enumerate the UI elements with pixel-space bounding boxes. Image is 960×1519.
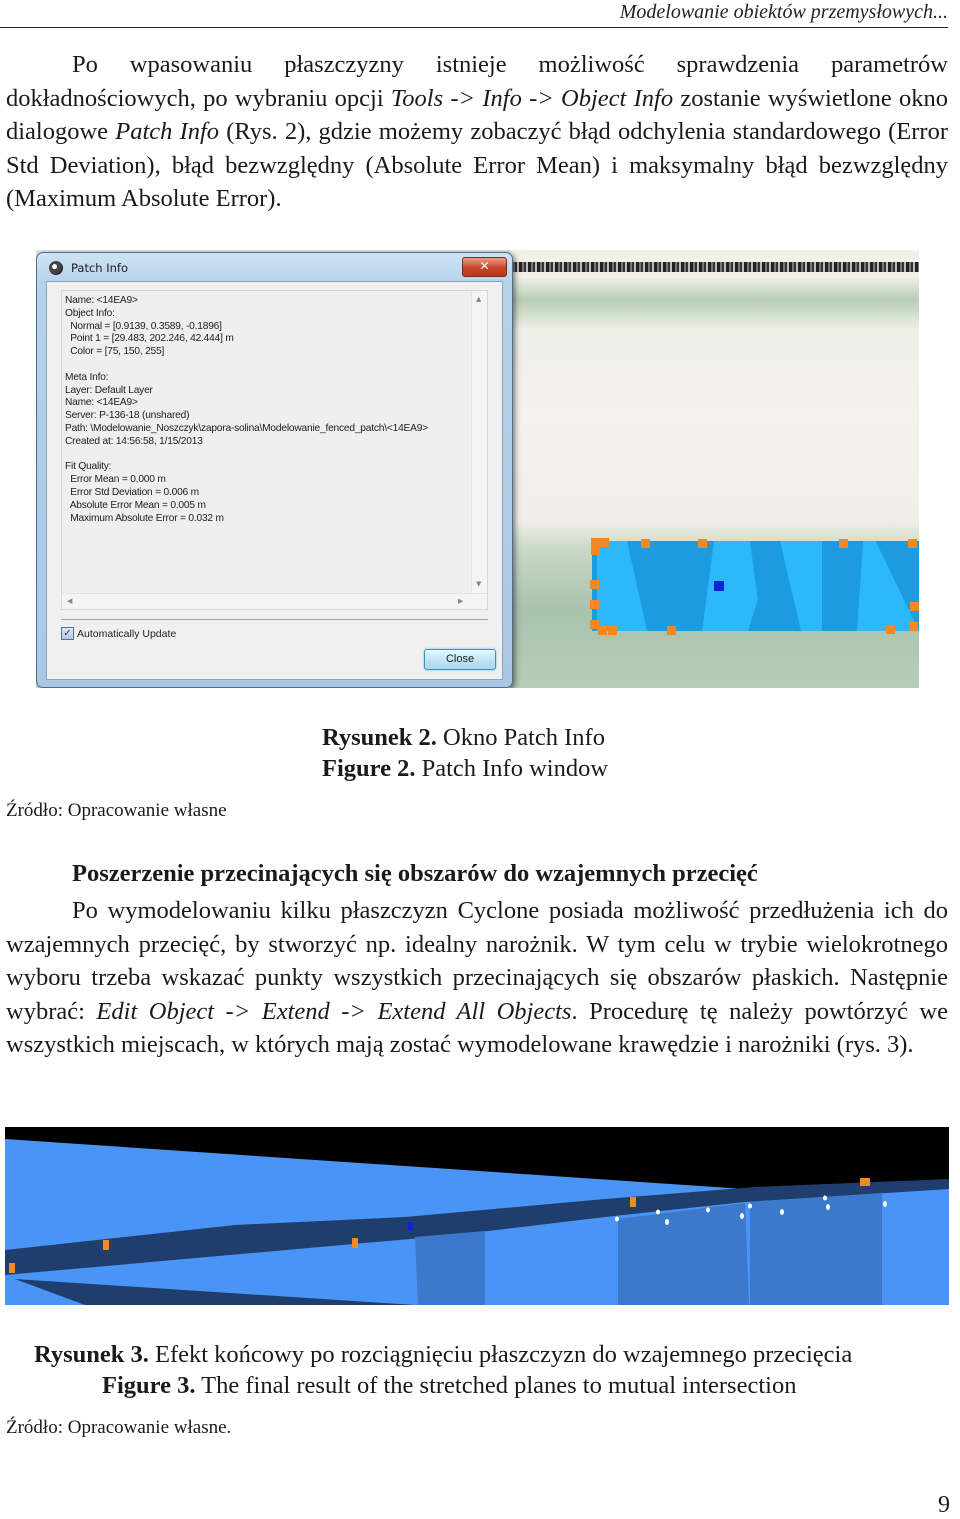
scroll-up-icon[interactable]: ▲	[476, 295, 481, 303]
paragraph-intro: Po wpasowaniu płaszczyzny istnieje możli…	[6, 51, 948, 213]
patch-handle[interactable]	[641, 539, 650, 548]
patch-handle[interactable]	[908, 539, 917, 548]
scroll-right-icon[interactable]: ▶	[458, 597, 463, 605]
patch-info-dialog: Patch Info ✕ Name: <14EA9> Object Info: …	[36, 252, 513, 688]
patch-handle[interactable]	[590, 580, 599, 589]
fitted-patch	[592, 541, 919, 631]
horizontal-scrollbar[interactable]: ◀ ▶	[62, 593, 487, 609]
patch-handle[interactable]	[608, 626, 617, 635]
window-close-button[interactable]: ✕	[462, 257, 507, 277]
dialog-title: Patch Info	[71, 261, 129, 275]
info-textbox[interactable]: Name: <14EA9> Object Info: Normal = [0.9…	[61, 290, 488, 610]
running-header: Modelowanie obiektów przemysłowych...	[0, 0, 948, 28]
app-icon	[49, 261, 63, 275]
figure-3-render	[5, 1127, 949, 1305]
vertex-marker	[103, 1240, 109, 1250]
vertex-marker	[9, 1263, 15, 1273]
vertex-marker	[630, 1197, 636, 1207]
point-cloud-view	[510, 250, 919, 688]
patch-handle[interactable]	[591, 546, 600, 555]
patch-handle[interactable]	[698, 539, 707, 548]
figure-2-screenshot: Patch Info ✕ Name: <14EA9> Object Info: …	[36, 250, 919, 688]
patch-handle[interactable]	[886, 625, 895, 634]
info-text: Name: <14EA9> Object Info: Normal = [0.9…	[65, 295, 428, 524]
auto-update-label[interactable]: Automatically Update	[77, 628, 176, 640]
vertical-scrollbar[interactable]: ▲ ▼	[471, 291, 487, 593]
scroll-left-icon[interactable]: ◀	[67, 597, 72, 605]
patch-handle[interactable]	[590, 600, 599, 609]
center-marker	[408, 1222, 413, 1230]
figure-2-source: Źródło: Opracowanie własne	[6, 800, 227, 821]
close-button[interactable]: Close	[424, 649, 496, 670]
patch-handle[interactable]	[909, 622, 918, 631]
patch-handle[interactable]	[839, 539, 848, 548]
figure-3-source: Źródło: Opracowanie własne.	[6, 1417, 232, 1438]
auto-update-checkbox[interactable]: ✓	[61, 627, 74, 640]
paragraph-body: Po wymodelowaniu kilku płaszczyzn Cyclon…	[6, 897, 948, 1059]
auto-update-checkbox-row[interactable]: ✓ Automatically Update	[61, 627, 176, 640]
menu-path: Edit Object -> Extend -> Extend All Obje…	[96, 997, 572, 1025]
figure-2-caption-en: Figure 2. Patch Info window	[322, 755, 609, 782]
figure-3-caption-pl: Rysunek 3. Efekt końcowy po rozciągnięci…	[34, 1341, 853, 1368]
patch-handle[interactable]	[600, 538, 609, 547]
dialog-body: Name: <14EA9> Object Info: Normal = [0.9…	[46, 281, 503, 680]
page-number: 9	[938, 1492, 950, 1518]
intersected-planes-render	[5, 1127, 949, 1305]
vertex-marker	[860, 1178, 870, 1186]
scene-noise-strip	[510, 262, 919, 272]
patch-handle[interactable]	[667, 626, 676, 635]
section-heading: Poszerzenie przecinających się obszarów …	[72, 860, 758, 887]
figure-3-caption-en: Figure 3. The final result of the stretc…	[102, 1372, 797, 1399]
vertex-marker	[352, 1238, 358, 1248]
patch-handle[interactable]	[598, 626, 607, 635]
scroll-down-icon[interactable]: ▼	[476, 580, 481, 588]
menu-path: Tools -> Info -> Object Info	[390, 84, 674, 112]
divider	[61, 619, 488, 620]
dialog-name: Patch Info	[115, 118, 220, 146]
patch-handle[interactable]	[910, 602, 919, 611]
figure-2-caption-pl: Rysunek 2. Okno Patch Info	[322, 724, 605, 751]
patch-center-point	[714, 581, 724, 591]
